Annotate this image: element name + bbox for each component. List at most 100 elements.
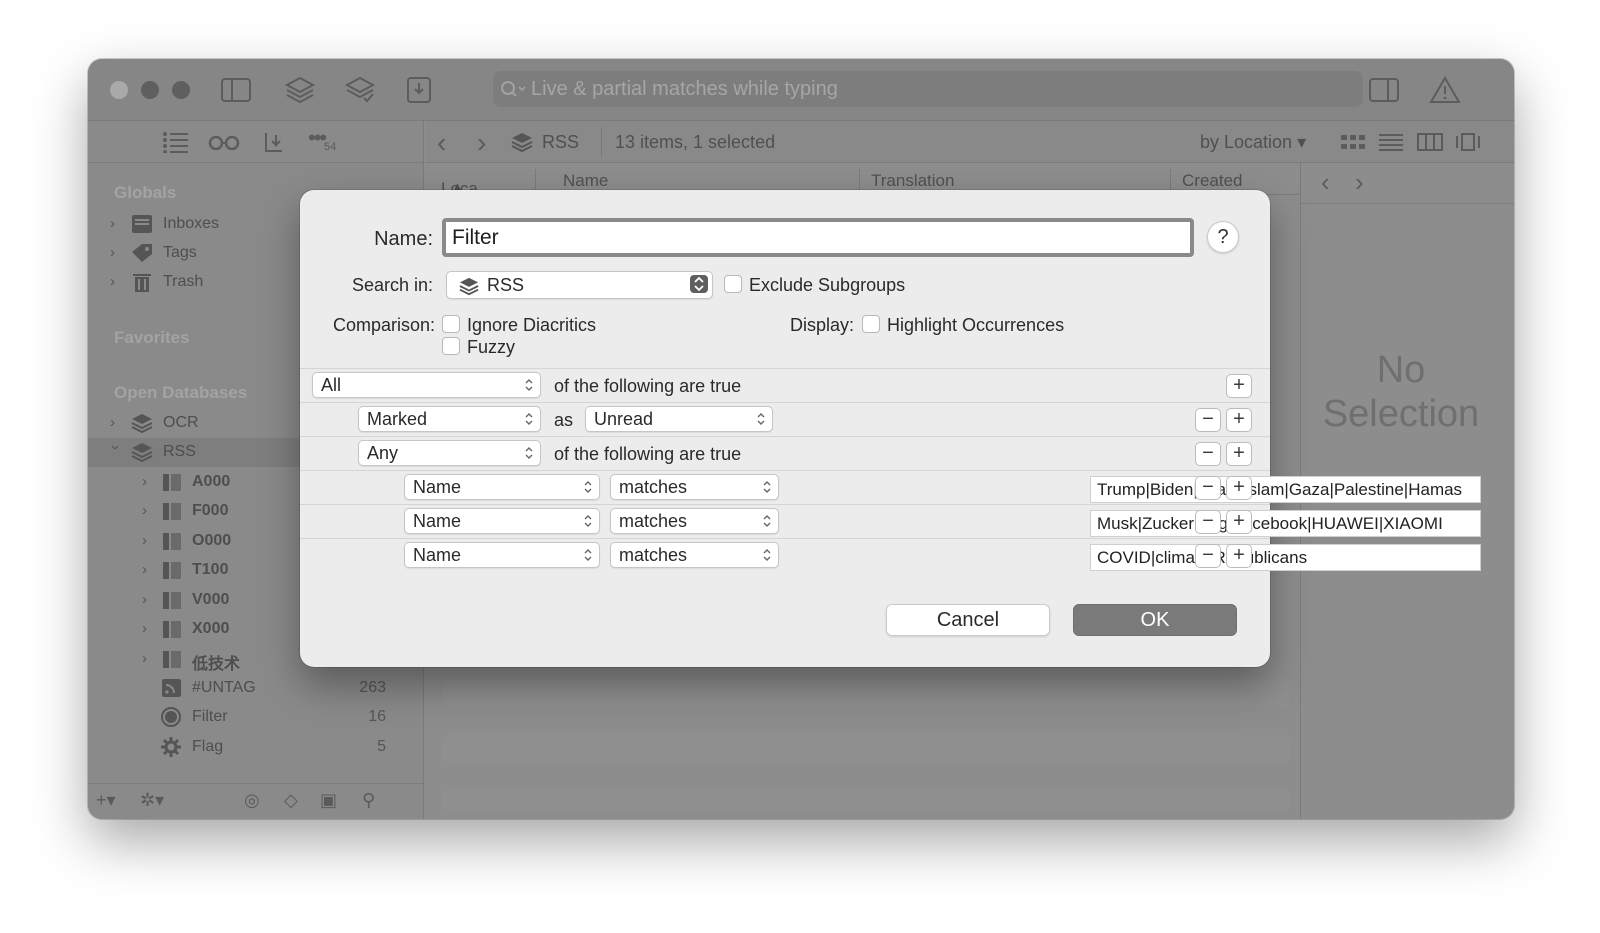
- chevron-right-icon[interactable]: ›: [142, 502, 156, 520]
- chevron-right-icon[interactable]: ›: [142, 650, 156, 668]
- chevron-right-icon[interactable]: ›: [110, 215, 124, 233]
- forward-icon[interactable]: ›: [477, 127, 486, 159]
- list-item: [442, 735, 1290, 763]
- minimize-window-button[interactable]: [141, 81, 159, 99]
- ok-button[interactable]: OK: [1073, 604, 1237, 636]
- condition-operator-select[interactable]: matches: [610, 542, 779, 568]
- exclude-subgroups-checkbox[interactable]: [724, 275, 742, 293]
- column-name[interactable]: Name: [563, 171, 608, 191]
- tag-filter-icon[interactable]: ◇: [284, 790, 298, 811]
- database-layers-icon[interactable]: [284, 75, 316, 105]
- search-in-select[interactable]: RSS: [446, 271, 713, 299]
- help-button[interactable]: ?: [1207, 221, 1239, 253]
- divider: [300, 368, 1270, 369]
- rule-field-select[interactable]: Marked: [358, 406, 541, 432]
- chevron-right-icon[interactable]: ›: [110, 244, 124, 262]
- updown-chevron-icon: [584, 481, 592, 493]
- updown-chevron-icon: [525, 447, 533, 459]
- chevron-right-icon[interactable]: ›: [142, 620, 156, 638]
- group-folder-icon: [163, 562, 181, 579]
- remove-rule-button[interactable]: −: [1195, 510, 1221, 534]
- sidebar-item-untag[interactable]: #UNTAG 263: [88, 674, 424, 703]
- condition-field-select[interactable]: Name: [404, 474, 600, 500]
- divider: [300, 504, 1270, 505]
- import-icon[interactable]: [404, 75, 436, 105]
- back-icon[interactable]: ‹: [437, 127, 446, 159]
- sidebar-bottom-bar: +▾ ✲▾ ◎ ◇ ▣ ⚲: [88, 783, 424, 819]
- chevron-right-icon[interactable]: ›: [142, 591, 156, 609]
- rule-value-select[interactable]: Unread: [585, 406, 773, 432]
- tag-icon: [132, 244, 152, 262]
- add-rule-button[interactable]: +: [1226, 374, 1252, 398]
- quantifier-select[interactable]: All: [312, 372, 541, 398]
- column-created[interactable]: Created: [1182, 171, 1242, 191]
- chevron-right-icon[interactable]: ›: [110, 273, 124, 291]
- comparison-label: Comparison:: [332, 315, 435, 335]
- chevron-down-icon[interactable]: ›: [106, 445, 124, 459]
- remove-rule-button[interactable]: −: [1195, 476, 1221, 500]
- condition-operator-select[interactable]: matches: [610, 474, 779, 500]
- divider: [300, 538, 1270, 539]
- zoom-window-button[interactable]: [172, 81, 190, 99]
- chevron-right-icon[interactable]: ›: [142, 532, 156, 550]
- smart-group-dialog: Name: ? Search in: RSS Exclude Subgroups…: [300, 190, 1481, 667]
- sort-menu[interactable]: by Location ▾: [1200, 132, 1306, 153]
- icon-view-icon[interactable]: [1340, 132, 1366, 152]
- gear-menu-icon[interactable]: ✲▾: [140, 790, 164, 811]
- remove-rule-button[interactable]: −: [1195, 408, 1221, 432]
- divider: [1170, 169, 1171, 191]
- group-folder-icon: [163, 592, 181, 609]
- remove-rule-button[interactable]: −: [1195, 442, 1221, 466]
- location-label[interactable]: RSS: [542, 132, 579, 153]
- nested-quantifier-select[interactable]: Any: [358, 440, 541, 466]
- inspector-back-icon[interactable]: ‹: [1321, 167, 1330, 198]
- add-rule-button[interactable]: +: [1226, 408, 1252, 432]
- smart-group-icon: [161, 707, 181, 727]
- updown-chevron-icon: [525, 379, 533, 391]
- return-arrow-icon[interactable]: [262, 131, 284, 153]
- more-actions-icon[interactable]: ••• 54: [308, 125, 342, 157]
- add-rule-button[interactable]: +: [1226, 476, 1252, 500]
- updown-chevron-icon: [757, 413, 765, 425]
- search-input[interactable]: [531, 75, 1331, 103]
- warning-icon[interactable]: [1429, 75, 1461, 105]
- cancel-button[interactable]: Cancel: [886, 604, 1050, 636]
- fuzzy-checkbox[interactable]: [442, 337, 460, 355]
- condition-field-select[interactable]: Name: [404, 508, 600, 534]
- cover-flow-icon[interactable]: [1455, 132, 1481, 152]
- close-window-button[interactable]: [110, 81, 128, 99]
- condition-operator-select[interactable]: matches: [610, 508, 779, 534]
- list-view-mode-icon[interactable]: [1378, 132, 1404, 152]
- inspector-toggle-icon[interactable]: [1368, 75, 1400, 105]
- list-view-icon[interactable]: [162, 131, 190, 153]
- column-view-icon[interactable]: [1417, 132, 1443, 152]
- image-icon[interactable]: ▣: [320, 790, 337, 811]
- condition-value-input[interactable]: [1090, 510, 1481, 537]
- chevron-right-icon[interactable]: ›: [142, 561, 156, 579]
- target-icon[interactable]: ◎: [244, 790, 260, 811]
- condition-value-input[interactable]: [1090, 476, 1481, 503]
- chevron-right-icon[interactable]: ›: [110, 414, 124, 432]
- condition-value-input[interactable]: [1090, 544, 1481, 571]
- sidebar-toggle-icon[interactable]: [220, 75, 252, 105]
- add-rule-button[interactable]: +: [1226, 510, 1252, 534]
- highlight-occurrences-checkbox[interactable]: [862, 315, 880, 333]
- pin-icon[interactable]: ⚲: [362, 790, 375, 811]
- group-folder-icon: [163, 503, 181, 520]
- remove-rule-button[interactable]: −: [1195, 544, 1221, 568]
- inspector-forward-icon[interactable]: ›: [1355, 167, 1364, 198]
- add-rule-button[interactable]: +: [1226, 544, 1252, 568]
- glasses-icon[interactable]: [208, 133, 240, 151]
- sidebar-item-filter[interactable]: Filter 16: [88, 703, 424, 732]
- ignore-diacritics-checkbox[interactable]: [442, 315, 460, 333]
- add-icon[interactable]: +▾: [96, 790, 116, 811]
- chevron-right-icon[interactable]: ›: [142, 473, 156, 491]
- sidebar-item-flag[interactable]: Flag 5: [88, 733, 424, 762]
- add-rule-button[interactable]: +: [1226, 442, 1252, 466]
- layers-check-icon[interactable]: [344, 75, 376, 105]
- exclude-subgroups-label: Exclude Subgroups: [749, 275, 906, 295]
- column-translation[interactable]: Translation: [871, 171, 954, 191]
- search-field[interactable]: [493, 71, 1363, 107]
- name-field[interactable]: [442, 218, 1194, 257]
- condition-field-select[interactable]: Name: [404, 542, 600, 568]
